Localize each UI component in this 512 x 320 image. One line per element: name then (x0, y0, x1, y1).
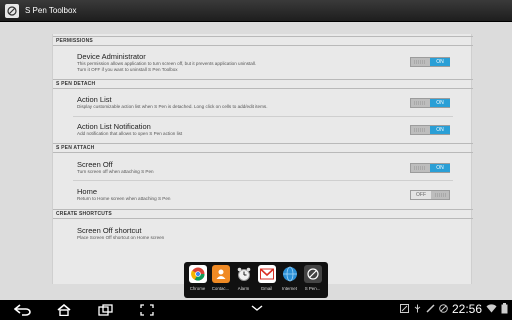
recent-apps-icon[interactable] (98, 304, 114, 319)
home-toggle[interactable]: OFF (410, 190, 450, 200)
setting-desc: Turn screen off when attaching S Pen (77, 169, 154, 174)
toggle-grip (414, 128, 426, 132)
recent-app-alarm[interactable]: Alarm (233, 265, 254, 295)
toggle-grip (414, 101, 426, 105)
spen-notification-icon (399, 303, 409, 315)
toggle-knob: ON (430, 164, 450, 172)
setting-title: Screen Off (77, 160, 113, 169)
recent-app-gmail[interactable]: Gmail (256, 265, 277, 295)
setting-title: Action List (77, 95, 112, 104)
collapse-icon[interactable] (251, 304, 263, 315)
toggle-grip (435, 193, 447, 197)
setting-desc: Place Screen Off shortcut on Home screen (77, 235, 165, 240)
chrome-icon (188, 265, 207, 283)
screen-off-toggle[interactable]: ON (410, 163, 450, 173)
recent-app-chrome[interactable]: Chrome (187, 265, 208, 295)
toggle-grip (414, 60, 426, 64)
setting-title: Action List Notification (77, 122, 151, 131)
section-label: CREATE SHORTCUTS (56, 211, 112, 217)
edit-icon (426, 303, 435, 315)
block-icon (439, 303, 448, 315)
home-icon[interactable] (56, 303, 72, 319)
setting-title: Home (77, 187, 98, 196)
recent-app-spen-toolbox[interactable]: S Pen... (302, 265, 323, 295)
divider (73, 116, 453, 117)
clock: 22:56 (451, 302, 482, 316)
recent-app-label: Contac... (211, 286, 230, 291)
recent-app-label: Gmail (260, 286, 273, 291)
recent-apps-tray: Chrome Contac... Alarm Gmail Internet S … (184, 262, 328, 298)
action-list-notification-toggle[interactable]: ON (410, 125, 450, 135)
setting-desc: This permission allows application to tu… (77, 61, 257, 66)
section-create-shortcuts: CREATE SHORTCUTS (53, 209, 473, 219)
setting-title: Device Administrator (77, 52, 146, 61)
battery-icon (501, 302, 508, 316)
action-list-toggle[interactable]: ON (410, 98, 450, 108)
title-bar: S Pen Toolbox (0, 0, 512, 22)
toggle-knob: ON (430, 99, 450, 107)
contacts-icon (211, 265, 230, 283)
back-icon[interactable] (13, 304, 32, 319)
toggle-knob: ON (430, 126, 450, 134)
setting-title: Screen Off shortcut (77, 226, 142, 235)
section-permissions: PERMISSIONS (53, 36, 473, 46)
gmail-icon (257, 265, 276, 283)
toggle-grip (414, 166, 426, 170)
recent-app-label: Chrome (189, 286, 206, 291)
device-admin-toggle[interactable]: ON (410, 57, 450, 67)
internet-icon (280, 265, 299, 283)
usb-icon (413, 304, 422, 315)
recent-app-label: Alarm (237, 286, 250, 291)
divider (73, 180, 453, 181)
section-label: S PEN DETACH (56, 81, 96, 87)
screenshot-icon[interactable] (140, 304, 154, 319)
system-nav-bar: 22:56 (0, 300, 512, 320)
toggle-knob: ON (430, 58, 450, 66)
settings-panel: PERMISSIONS Device Administrator This pe… (52, 34, 473, 284)
section-label: S PEN ATTACH (56, 145, 95, 151)
recent-app-label: Internet (282, 286, 297, 291)
setting-desc: Add notification that allows to open S P… (77, 131, 183, 136)
app-title: S Pen Toolbox (25, 6, 77, 15)
wifi-icon (486, 303, 497, 315)
section-label: PERMISSIONS (56, 38, 93, 44)
setting-desc: Turn it OFF if you want to uninstall S P… (77, 67, 178, 72)
setting-desc: Return to Home screen when attaching S P… (77, 196, 171, 201)
section-spen-detach: S PEN DETACH (53, 79, 473, 89)
app-icon (5, 3, 19, 18)
alarm-icon (234, 265, 253, 283)
recent-app-internet[interactable]: Internet (279, 265, 300, 295)
toggle-knob: OFF (411, 191, 431, 199)
status-area[interactable]: 22:56 (399, 302, 508, 316)
recent-app-contacts[interactable]: Contac... (210, 265, 231, 295)
recent-app-label: S Pen... (304, 286, 321, 291)
setting-desc: Display customizable action list when S … (77, 104, 268, 109)
section-spen-attach: S PEN ATTACH (53, 143, 473, 153)
spen-icon (303, 265, 322, 283)
